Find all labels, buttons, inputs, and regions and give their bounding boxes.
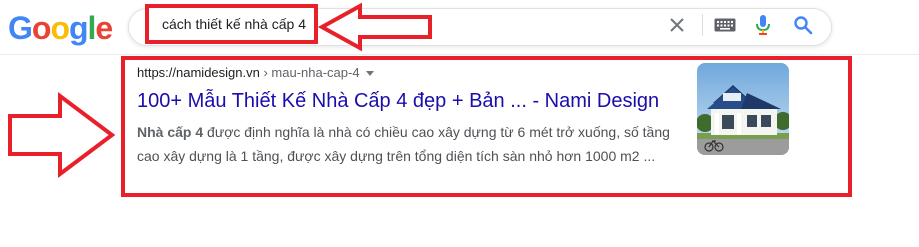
result-url-path: › mau-nha-cap-4 (259, 65, 360, 80)
arrow-right-annotation (8, 92, 116, 178)
chevron-down-icon[interactable] (365, 71, 374, 77)
google-logo[interactable]: Google (8, 10, 113, 46)
result-snippet: Nhà cấp 4 được định nghĩa là nhà có chiề… (137, 120, 677, 168)
logo-letter: o (31, 10, 52, 46)
snippet-highlight: Nhà cấp 4 (137, 124, 204, 140)
snippet-text: được định nghĩa là nhà có chiều cao xây … (137, 124, 670, 164)
keyboard-icon[interactable] (714, 18, 736, 32)
result-title-link[interactable]: 100+ Mẫu Thiết Kế Nhà Cấp 4 đẹp + Bản ..… (137, 90, 659, 113)
result-url-domain: https://namidesign.vn (137, 65, 260, 80)
logo-letter: o (50, 10, 70, 46)
logo-letter: G (8, 10, 33, 46)
header-divider (0, 54, 919, 55)
mic-icon[interactable] (755, 14, 771, 36)
arrow-left-annotation (318, 2, 432, 52)
clear-icon[interactable] (668, 16, 686, 34)
result-url[interactable]: https://namidesign.vn › mau-nha-cap-4 (137, 65, 374, 80)
search-input[interactable]: cách thiết kế nhà cấp 4 (162, 16, 306, 32)
logo-letter: g (68, 10, 89, 46)
search-icon[interactable] (793, 15, 813, 35)
search-bar-divider (702, 14, 703, 36)
logo-letter: l (87, 10, 97, 46)
house-thumbnail[interactable] (697, 63, 789, 155)
logo-letter: e (95, 10, 113, 46)
search-results-page: Google cách thiết kế nhà cấp 4 https://n… (0, 0, 919, 247)
